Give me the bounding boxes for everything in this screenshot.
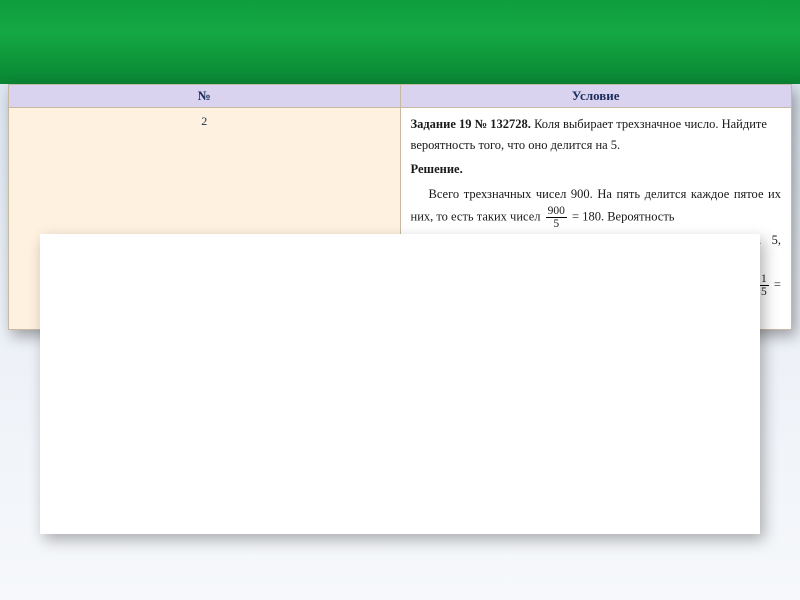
header-band bbox=[0, 0, 800, 84]
col-header-condition: Условие bbox=[400, 85, 792, 108]
task-line: Задание 19 № 132728. Коля выбирает трехз… bbox=[411, 114, 782, 157]
table-header-row: № Условие bbox=[9, 85, 792, 108]
solution-line-1: Всего трехзначных чисел 900. На пять дел… bbox=[411, 184, 782, 230]
task-label: Задание 19 № 132728. bbox=[411, 117, 531, 131]
fraction-900-5: 9005 bbox=[546, 205, 567, 230]
col-header-number: № bbox=[9, 85, 401, 108]
solution-title: Решение. bbox=[411, 159, 782, 180]
fraction-1-5: 15 bbox=[759, 273, 769, 298]
blank-panel bbox=[40, 234, 760, 534]
sol-p1b: = 180. Вероятность bbox=[569, 209, 675, 223]
